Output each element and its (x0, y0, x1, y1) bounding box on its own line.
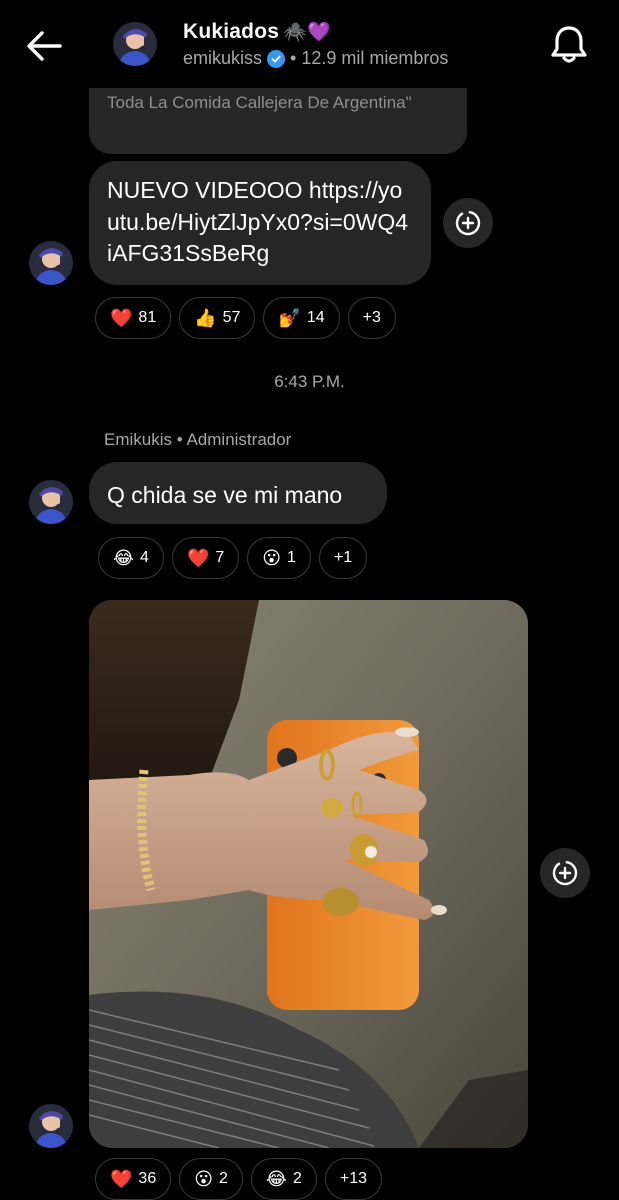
reaction-count: 1 (287, 549, 296, 566)
reaction-chip-more[interactable]: +1 (318, 537, 368, 579)
channel-title[interactable]: Kukiados 🕷️💜 (183, 20, 331, 44)
reaction-chip-heart[interactable]: ❤️ 36 (95, 1158, 172, 1200)
channel-username: emikukiss (183, 48, 263, 68)
sender-name: Emikukis • Administrador (104, 430, 292, 449)
channel-subtitle: emikukiss • 12.9 mil miembros (183, 48, 448, 69)
more-reactions-count: +1 (333, 549, 353, 566)
previous-message-text: Toda La Comida Callejera De Argentina" (107, 93, 412, 112)
text-message-bubble[interactable]: Q chida se ve mi mano (89, 462, 387, 524)
photo-message[interactable] (89, 600, 528, 1148)
back-button[interactable] (22, 24, 66, 68)
link-reactions: ❤️ 81 👍 57 💅 14 +3 (95, 297, 396, 339)
reaction-chip-surprised[interactable]: 😮 1 (247, 537, 311, 579)
heart-emoji: ❤️ (186, 548, 210, 568)
link-message-text[interactable]: NUEVO VIDEOOO https://youtu.be/HiytZlJpY… (107, 177, 408, 266)
timestamp: 6:43 P.M. (274, 372, 345, 391)
member-count: • 12.9 mil miembros (290, 48, 449, 68)
hand-with-rings-photo (89, 600, 528, 1148)
reaction-count: 2 (292, 1170, 302, 1187)
photo-reactions: ❤️ 36 😮 2 😂 2 +13 (95, 1158, 382, 1200)
reaction-count: 4 (140, 549, 149, 566)
reaction-count: 2 (218, 1170, 228, 1187)
reaction-chip-laughing[interactable]: 😂 4 (98, 537, 164, 579)
surprised-emoji: 😮 (262, 548, 282, 568)
sender-avatar[interactable] (29, 480, 73, 524)
reaction-count: 81 (138, 309, 157, 326)
add-reaction-icon (455, 210, 481, 236)
add-reaction-button[interactable] (443, 198, 493, 248)
sender-avatar[interactable] (29, 241, 73, 285)
reaction-count: 36 (138, 1170, 157, 1187)
reaction-count: 14 (306, 309, 325, 326)
more-reactions-count: +3 (362, 309, 381, 326)
reaction-count: 57 (222, 309, 241, 326)
add-reaction-icon (552, 860, 578, 886)
reaction-chip-heart[interactable]: ❤️ 7 (171, 537, 240, 579)
reaction-chip-heart[interactable]: ❤️ 81 (95, 297, 172, 339)
text-message-text: Q chida se ve mi mano (107, 482, 343, 508)
text-reactions: 😂 4 ❤️ 7 😮 1 +1 (98, 537, 368, 579)
reaction-chip-laughing[interactable]: 😂 2 (250, 1158, 317, 1200)
reaction-count: 7 (215, 549, 225, 566)
laughing-emoji: 😂 (113, 548, 135, 568)
bell-icon (551, 26, 587, 63)
heart-emoji: ❤️ (110, 1169, 133, 1189)
thumbs-up-emoji: 👍 (194, 308, 217, 328)
sender-avatar[interactable] (29, 1104, 73, 1148)
channel-header: Kukiados 🕷️💜 emikukiss • 12.9 mil miembro… (0, 0, 619, 88)
reaction-chip-nail-polish[interactable]: 💅 14 (263, 297, 340, 339)
link-message-bubble[interactable]: NUEVO VIDEOOO https://youtu.be/HiytZlJpY… (89, 161, 431, 285)
channel-name: Kukiados (183, 20, 280, 43)
more-reactions-count: +13 (339, 1170, 367, 1187)
nail-polish-emoji: 💅 (278, 308, 301, 328)
arrow-left-icon (27, 31, 62, 61)
surprised-emoji: 😮 (194, 1169, 213, 1189)
reaction-chip-surprised[interactable]: 😮 2 (179, 1158, 243, 1200)
add-reaction-button[interactable] (540, 848, 590, 898)
laughing-emoji: 😂 (265, 1169, 287, 1189)
verified-badge-icon (267, 49, 286, 68)
reaction-chip-more[interactable]: +13 (324, 1158, 382, 1200)
reaction-chip-thumbs-up[interactable]: 👍 57 (179, 297, 256, 339)
title-emojis: 🕷️💜 (283, 22, 331, 43)
notifications-button[interactable] (548, 22, 590, 66)
heart-emoji: ❤️ (110, 308, 133, 328)
channel-chat-screen: Kukiados 🕷️💜 emikukiss • 12.9 mil miembro… (0, 0, 619, 1200)
channel-avatar[interactable] (113, 22, 157, 66)
reaction-chip-more[interactable]: +3 (347, 297, 396, 339)
